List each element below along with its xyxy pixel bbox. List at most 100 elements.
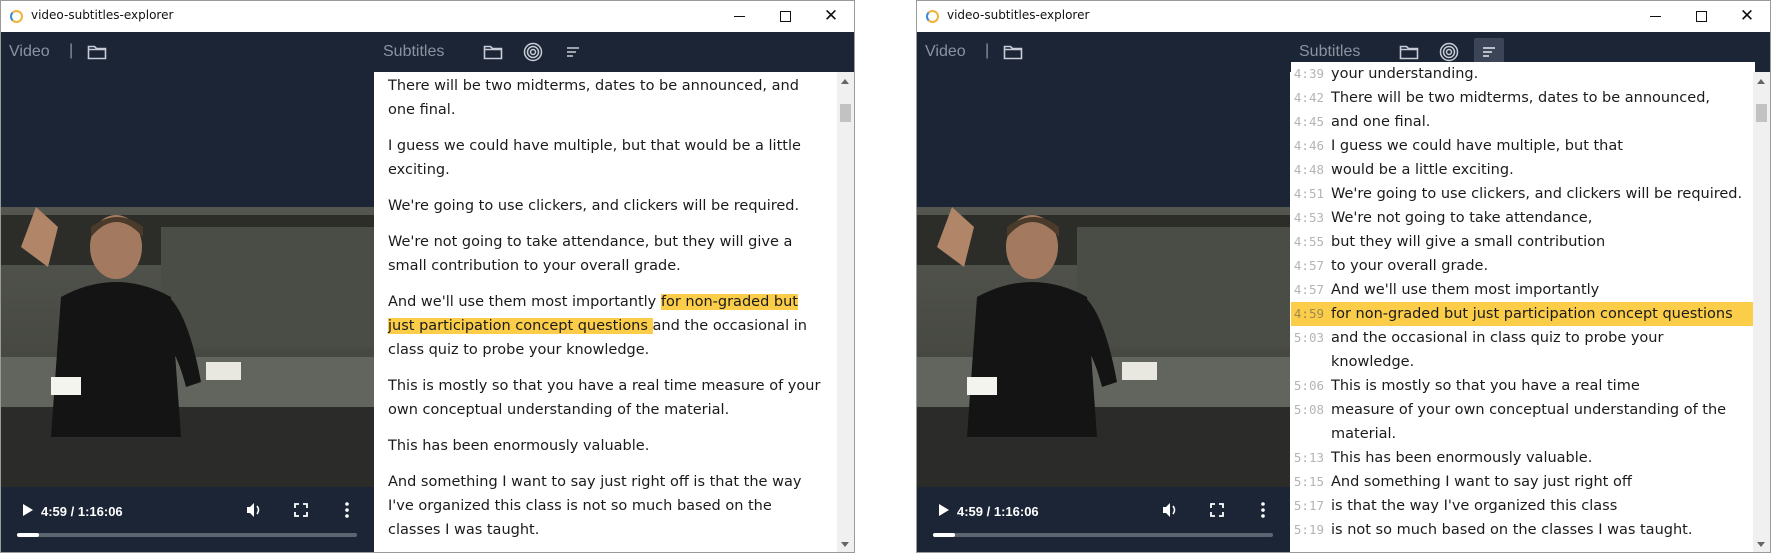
subtitle-line[interactable]: 4:46 I guess we could have multiple, but … [1291,134,1755,158]
subtitle-line-timestamp[interactable]: 4:57 [1291,278,1331,302]
subtitle-line-timestamp[interactable]: 4:57 [1291,254,1331,278]
subtitle-line-timestamp[interactable]: 4:48 [1291,158,1331,182]
subtitle-line[interactable]: 4:57 And we'll use them most importantly [1291,278,1755,302]
subtitle-line[interactable]: 4:51 We're going to use clickers, and cli… [1291,182,1755,206]
window-title: video-subtitles-explorer [947,8,1090,22]
scrollbar-thumb[interactable] [1756,104,1767,122]
subtitle-line-timestamp[interactable]: 4:59 [1291,302,1331,326]
scroll-down-arrow-icon[interactable] [841,542,849,547]
volume-button[interactable] [1155,496,1185,524]
subtitle-line[interactable]: 5:22It's based to the degree possible on… [1291,542,1755,544]
close-button[interactable]: ✕ [1724,1,1770,32]
subtitle-line-active[interactable]: 4:59 for non-graded but just participatio… [1291,302,1755,326]
subtitle-line-text: measure of your own conceptual understan… [1331,402,1727,418]
volume-icon [1163,503,1176,517]
video-player[interactable]: 4:59 / 1:16:06 [917,72,1290,552]
subtitle-line-text: and one final. [1331,114,1431,130]
subtitle-line[interactable]: 5:17 is that the way I've organized this … [1291,494,1755,518]
app-window-line-view: video-subtitles-explorer ✕ Video | Subti… [916,0,1771,553]
subtitle-line-timestamp[interactable]: 5:22 [1291,542,1331,544]
video-frame[interactable] [917,207,1290,487]
open-video-button[interactable] [998,38,1028,66]
subtitle-line-timestamp[interactable]: 4:42 [1291,86,1331,110]
scrollbar-thumb[interactable] [840,104,851,122]
subtitle-line-timestamp[interactable]: 5:19 [1291,518,1331,542]
close-button[interactable]: ✕ [808,1,854,32]
subtitle-line-timestamp[interactable]: 4:46 [1291,134,1331,158]
subtitle-line[interactable]: 4:57 to your overall grade. [1291,254,1755,278]
subtitle-line-timestamp[interactable]: 4:51 [1291,182,1331,206]
subtitle-line[interactable]: 4:39 your understanding. [1291,62,1755,86]
subtitles-paragraph-panel[interactable]: There will be two midterms, dates to be … [375,72,838,552]
subtitle-line-text: There will be two midterms, dates to be … [1331,90,1711,106]
subtitle-paragraph[interactable]: And something I want to say just right o… [388,470,828,542]
subtitle-paragraph[interactable]: We're going to use clickers, and clicker… [388,194,828,218]
subtitle-paragraph[interactable]: This is mostly so that you have a real t… [388,374,828,422]
title-bar[interactable]: video-subtitles-explorer ✕ [917,1,1770,32]
play-button[interactable] [929,496,959,524]
subtitle-line-timestamp[interactable]: 5:08 [1291,398,1331,422]
volume-button[interactable] [239,496,269,524]
maximize-button[interactable] [1678,1,1724,32]
subtitle-paragraph[interactable]: And we'll use them most importantly for … [388,290,828,362]
subtitle-text: This has been enormously valuable. [388,438,650,454]
title-bar[interactable]: video-subtitles-explorer ✕ [1,1,854,32]
folder-icon [1399,45,1419,60]
subtitle-paragraph[interactable]: There will be two midterms, dates to be … [388,74,828,122]
subtitle-line-timestamp[interactable]: 4:53 [1291,206,1331,230]
subtitle-line[interactable]: 4:55 but they will give a small contribut… [1291,230,1755,254]
subtitle-line-timestamp[interactable]: 5:03 [1291,326,1331,350]
open-subtitles-button[interactable] [478,38,508,66]
seek-bar[interactable] [17,533,357,537]
subtitle-line[interactable]: 4:45 and one final. [1291,110,1755,134]
subtitle-line-text: And we'll use them most importantly [1331,282,1600,298]
subtitle-line[interactable]: 5:06 This is mostly so that you have a re… [1291,374,1755,398]
subtitle-line-timestamp[interactable]: 4:39 [1291,62,1331,86]
subtitles-line-panel[interactable]: 4:39 your understanding. 4:42 There will be… [1291,62,1755,544]
scroll-up-arrow-icon[interactable] [841,79,849,84]
subtitle-line[interactable]: material. [1291,422,1755,446]
subtitle-line-timestamp[interactable]: 4:45 [1291,110,1331,134]
subtitle-paragraph[interactable]: This has been enormously valuable. [388,434,828,458]
subtitle-line-timestamp[interactable]: 5:06 [1291,374,1331,398]
folder-icon [1003,45,1023,60]
minimize-button[interactable] [1632,1,1678,32]
subtitle-line[interactable]: 5:13 This has been enormously valuable. [1291,446,1755,470]
subtitle-line[interactable]: 5:19 is not so much based on the classes … [1291,518,1755,542]
subtitle-line[interactable]: 5:03 and the occasional in class quiz to … [1291,326,1755,350]
subtitle-text: I guess we could have multiple, but that… [388,138,801,178]
close-icon: ✕ [1739,6,1755,26]
subtitle-paragraph[interactable]: We're not going to take attendance, but … [388,230,828,278]
subtitle-line-timestamp[interactable]: 4:55 [1291,230,1331,254]
open-video-button[interactable] [82,38,112,66]
subtitles-scrollbar[interactable] [1753,72,1770,552]
video-player[interactable]: 4:59 / 1:16:06 [1,72,374,552]
scroll-down-arrow-icon[interactable] [1757,542,1765,547]
minimize-button[interactable] [716,1,762,32]
subtitle-line-timestamp[interactable]: 5:15 [1291,470,1331,494]
subtitles-scrollbar[interactable] [837,72,854,552]
play-button[interactable] [13,496,43,524]
folder-icon [483,45,503,60]
subtitle-line[interactable]: 4:53 We're not going to take attendance, [1291,206,1755,230]
subtitle-line[interactable]: 5:15 And something I want to say just rig… [1291,470,1755,494]
subtitle-line-timestamp[interactable]: 5:17 [1291,494,1331,518]
subtitle-line[interactable]: knowledge. [1291,350,1755,374]
more-options-button[interactable] [332,496,362,524]
seek-bar[interactable] [933,533,1273,537]
scroll-up-arrow-icon[interactable] [1757,79,1765,84]
subtitle-line[interactable]: 4:48 would be a little exciting. [1291,158,1755,182]
subtitle-line-timestamp[interactable]: 5:13 [1291,446,1331,470]
subtitle-line[interactable]: 5:08 measure of your own conceptual under… [1291,398,1755,422]
subtitle-line[interactable]: 4:42 There will be two midterms, dates to… [1291,86,1755,110]
more-options-button[interactable] [1248,496,1278,524]
volume-icon [247,503,260,517]
fullscreen-button[interactable] [1202,496,1232,524]
fullscreen-button[interactable] [286,496,316,524]
toolbar-separator: | [985,42,990,59]
focus-target-button[interactable] [518,38,548,66]
line-view-toggle-button[interactable] [558,38,588,66]
video-frame[interactable] [1,207,374,487]
subtitle-paragraph[interactable]: I guess we could have multiple, but that… [388,134,828,182]
maximize-button[interactable] [762,1,808,32]
